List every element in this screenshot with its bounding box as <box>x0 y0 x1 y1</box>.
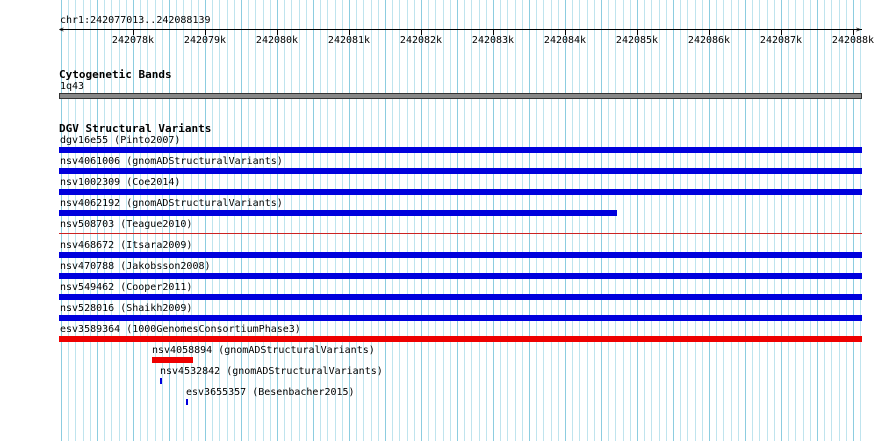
variant-feature[interactable] <box>59 189 862 195</box>
location-label: chr1:242077013..242088139 <box>60 15 211 26</box>
ruler-tick-label: 242079k <box>183 35 227 46</box>
variant-feature[interactable] <box>160 378 162 384</box>
variant-feature[interactable] <box>59 294 862 300</box>
ruler-tick-label: 242085k <box>615 35 659 46</box>
ruler-tick-label: 242086k <box>687 35 731 46</box>
cytogenetic-track-title[interactable]: Cytogenetic Bands <box>59 68 172 81</box>
ruler-tick-label: 242081k <box>327 35 371 46</box>
feature-label: nsv508703 (Teague2010) <box>60 219 193 230</box>
ruler-right-arrow-icon: > <box>856 25 861 34</box>
ruler-tick-label: 242078k <box>111 35 155 46</box>
variant-feature[interactable] <box>59 168 862 174</box>
ruler-tick-label: 242082k <box>399 35 443 46</box>
feature-label: esv3589364 (1000GenomesConsortiumPhase3) <box>60 324 301 335</box>
variant-feature[interactable] <box>152 357 193 363</box>
ruler-tick-label: 242083k <box>471 35 515 46</box>
feature-label: nsv1002309 (Coe2014) <box>60 177 181 188</box>
feature-label: dgv16e55 (Pinto2007) <box>60 135 181 146</box>
variant-feature[interactable] <box>59 233 862 234</box>
feature-label: nsv4532842 (gnomADStructuralVariants) <box>160 366 383 377</box>
ruler-axis <box>60 29 862 30</box>
variant-feature[interactable] <box>186 399 188 405</box>
variant-feature[interactable] <box>59 147 862 153</box>
feature-label: nsv549462 (Cooper2011) <box>60 282 193 293</box>
variant-feature[interactable] <box>59 273 862 279</box>
feature-label: esv3655357 (Besenbacher2015) <box>186 387 355 398</box>
ruler-tick-label: 242088k <box>831 35 875 46</box>
ruler-tick-label: 242084k <box>543 35 587 46</box>
ruler-tick-label: 242080k <box>255 35 299 46</box>
ruler-left-arrow-icon: < <box>59 26 64 34</box>
genome-browser-view: chr1:242077013..242088139 < > 242078k 24… <box>0 0 890 441</box>
cytoband-label: 1q43 <box>60 81 85 92</box>
variant-feature[interactable] <box>59 210 617 216</box>
variant-feature[interactable] <box>59 252 862 258</box>
variant-feature[interactable] <box>59 315 862 321</box>
feature-label: nsv4061006 (gnomADStructuralVariants) <box>60 156 283 167</box>
feature-label: nsv528016 (Shaikh2009) <box>60 303 193 314</box>
feature-label: nsv4058894 (gnomADStructuralVariants) <box>152 345 375 356</box>
feature-label: nsv468672 (Itsara2009) <box>60 240 193 251</box>
feature-label: nsv4062192 (gnomADStructuralVariants) <box>60 198 283 209</box>
feature-label: nsv470788 (Jakobsson2008) <box>60 261 211 272</box>
variant-feature[interactable] <box>59 336 862 342</box>
cytoband-feature[interactable] <box>59 93 862 99</box>
dgv-track-title[interactable]: DGV Structural Variants <box>59 122 211 135</box>
ruler-tick-label: 242087k <box>759 35 803 46</box>
